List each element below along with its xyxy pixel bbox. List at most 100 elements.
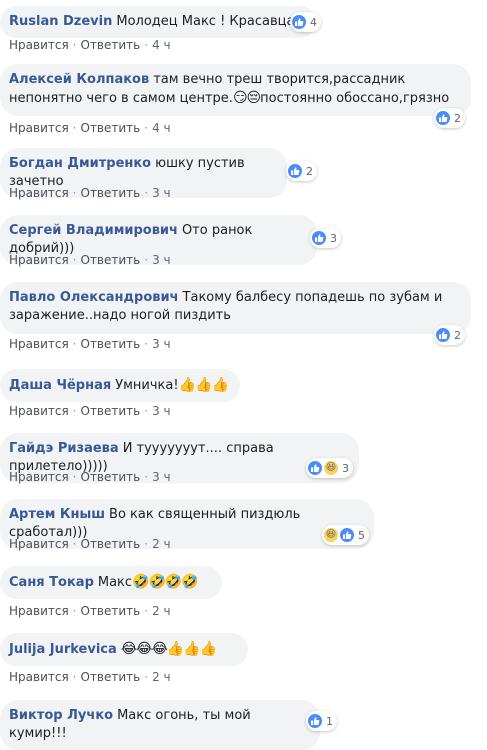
like-link[interactable]: Нравится (9, 186, 69, 200)
separator: · (72, 186, 77, 200)
comment-text: Умничка! (115, 378, 179, 393)
reaction-count: 3 (342, 461, 349, 475)
reaction-summary[interactable]: 😆 5 (322, 525, 369, 545)
reaction-count: 2 (454, 328, 461, 342)
comment-author-link[interactable]: Гайдэ Ризаева (9, 441, 119, 456)
comment-author-link[interactable]: Ruslan Dzevin (9, 14, 112, 29)
emoji-icon: 🤣🤣🤣🤣 (132, 574, 199, 590)
comment-actions: Нравится · Ответить · 4 ч (9, 38, 171, 52)
separator: · (72, 404, 77, 418)
like-link[interactable]: Нравится (9, 470, 69, 484)
comment-actions: Нравится · Ответить · 3 ч (9, 470, 171, 484)
comment-bubble: Даша Чёрная Умничка!👍👍👍 (0, 369, 240, 402)
reaction-count: 2 (454, 111, 461, 125)
comment-timestamp[interactable]: 2 ч (152, 604, 171, 618)
comment-author-link[interactable]: Алексей Колпаков (9, 72, 149, 87)
comment-actions: Нравится · Ответить · 3 ч (9, 253, 171, 267)
separator: · (72, 337, 77, 351)
comment-timestamp[interactable]: 2 ч (152, 670, 171, 684)
reaction-count: 3 (330, 231, 337, 245)
haha-reaction-icon: 😆 (323, 527, 339, 543)
like-link[interactable]: Нравится (9, 537, 69, 551)
reply-link[interactable]: Ответить (81, 253, 141, 267)
reaction-count: 4 (310, 15, 317, 29)
reaction-summary[interactable]: 😆 3 (306, 458, 353, 478)
like-link[interactable]: Нравится (9, 38, 69, 52)
emoji-icon: 😏😔 (232, 90, 261, 106)
reply-link[interactable]: Ответить (81, 38, 141, 52)
comment-author-link[interactable]: Julija Jurkevica (9, 642, 117, 657)
comment-timestamp[interactable]: 2 ч (152, 537, 171, 551)
reaction-count: 5 (358, 528, 365, 542)
reply-link[interactable]: Ответить (81, 470, 141, 484)
like-reaction-icon (291, 14, 307, 30)
separator: · (144, 537, 149, 551)
comment-text: Макс (97, 575, 133, 590)
comment-text-continued: постоянно обоссано,грязно (260, 91, 450, 106)
reaction-summary[interactable]: 2 (286, 161, 317, 181)
like-reaction-icon (339, 527, 355, 543)
comment-timestamp[interactable]: 3 ч (152, 337, 171, 351)
comment-author-link[interactable]: Павло Олександрович (9, 290, 179, 305)
reply-link[interactable]: Ответить (81, 537, 141, 551)
comment-actions: Нравится · Ответить · 3 ч (9, 186, 171, 200)
separator: · (144, 404, 149, 418)
reply-link[interactable]: Ответить (81, 604, 141, 618)
comment-actions: Нравится · Ответить · 3 ч (9, 337, 171, 351)
comment-timestamp[interactable]: 4 ч (152, 121, 171, 135)
reply-link[interactable]: Ответить (81, 404, 141, 418)
comment-timestamp[interactable]: 3 ч (152, 253, 171, 267)
reply-link[interactable]: Ответить (81, 186, 141, 200)
comment-timestamp[interactable]: 4 ч (152, 38, 171, 52)
comment-author-link[interactable]: Даша Чёрная (9, 378, 111, 393)
comment-actions: Нравится · Ответить · 3 ч (9, 404, 171, 418)
reaction-summary[interactable]: 2 (434, 108, 465, 128)
comment-timestamp[interactable]: 3 ч (152, 404, 171, 418)
comment-author-link[interactable]: Сергей Владимирович (9, 223, 178, 238)
separator: · (144, 604, 149, 618)
reaction-summary[interactable]: 2 (434, 325, 465, 345)
like-reaction-icon (307, 713, 323, 729)
comment-author-link[interactable]: Виктор Лучко (9, 708, 113, 723)
comment-actions: Нравится · Ответить · 4 ч (9, 121, 171, 135)
comment-bubble: Ruslan Dzevin Молодец Макс ! Красавца! (0, 6, 316, 38)
comment-actions: Нравится · Ответить · 2 ч (9, 604, 171, 618)
like-link[interactable]: Нравится (9, 404, 69, 418)
comment-timestamp[interactable]: 3 ч (152, 470, 171, 484)
separator: · (144, 121, 149, 135)
like-link[interactable]: Нравится (9, 121, 69, 135)
comment-author-link[interactable]: Богдан Дмитренко (9, 156, 151, 171)
reply-link[interactable]: Ответить (81, 670, 141, 684)
comment-bubble: Виктор Лучко Макс огонь, ты мой кумир!!! (0, 700, 320, 750)
emoji-icon: 😂😂😂👍👍👍 (120, 641, 217, 657)
reaction-summary[interactable]: 1 (306, 711, 337, 731)
reply-link[interactable]: Ответить (81, 121, 141, 135)
separator: · (72, 121, 77, 135)
like-reaction-icon (307, 460, 323, 476)
like-reaction-icon (311, 230, 327, 246)
reaction-summary[interactable]: 4 (290, 12, 321, 32)
separator: · (144, 670, 149, 684)
separator: · (144, 186, 149, 200)
like-reaction-icon (287, 163, 303, 179)
like-link[interactable]: Нравится (9, 604, 69, 618)
separator: · (72, 470, 77, 484)
reaction-summary[interactable]: 3 (310, 228, 341, 248)
separator: · (72, 670, 77, 684)
separator: · (72, 253, 77, 267)
like-reaction-icon (435, 327, 451, 343)
comment-text: Молодец Макс ! Красавца! (116, 14, 300, 29)
comment-bubble: Саня Токар Макс🤣🤣🤣🤣 (0, 566, 222, 599)
like-link[interactable]: Нравится (9, 337, 69, 351)
separator: · (72, 537, 77, 551)
comment-author-link[interactable]: Саня Токар (9, 575, 94, 590)
haha-reaction-icon: 😆 (323, 460, 339, 476)
comment-author-link[interactable]: Артем Кныш (9, 507, 105, 522)
separator: · (144, 470, 149, 484)
like-link[interactable]: Нравится (9, 253, 69, 267)
reaction-count: 2 (306, 164, 313, 178)
like-link[interactable]: Нравится (9, 670, 69, 684)
separator: · (144, 337, 149, 351)
comment-timestamp[interactable]: 3 ч (152, 186, 171, 200)
reply-link[interactable]: Ответить (81, 337, 141, 351)
